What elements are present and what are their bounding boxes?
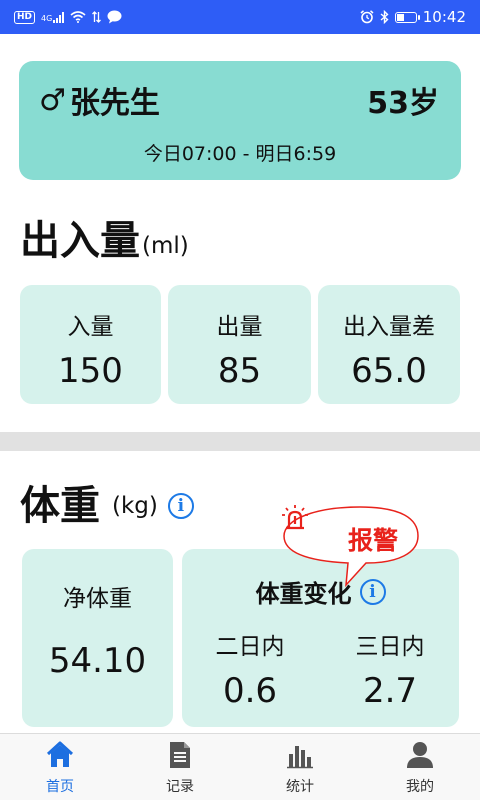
nav-profile[interactable]: 我的 [360,734,480,800]
net-weight-value: 54.10 [48,641,147,681]
weight-title: 体重 [20,483,100,529]
nav-statistics-label: 统计 [286,779,314,795]
intake-label: 入量 [67,314,114,340]
document-icon [170,742,190,768]
two-day-value: 0.6 [222,671,278,711]
time-range: 今日07:00 - 明日6:59 [143,143,337,165]
balance-label: 出入量差 [343,314,435,340]
battery-icon [394,11,420,23]
three-day-value: 2.7 [362,671,418,711]
bluetooth-icon [380,10,389,24]
alarm-icon [360,10,374,24]
nav-home[interactable]: 首页 [0,734,120,800]
balance-card[interactable]: 出入量差 65.0 [318,285,460,404]
bottom-nav: 首页 记录 统计 我的 [0,733,480,800]
net-weight-label: 净体重 [63,586,132,612]
status-bar: HD 4G 10:42 [0,0,480,34]
clock: 10:42 [422,8,466,26]
data-activity-icon [92,11,102,23]
alarm-label: 报警 [348,526,399,555]
intake-card[interactable]: 入量 150 [20,285,161,404]
patient-name-row: ♂ 张先生 [39,78,160,122]
intake-output-heading: 出入量 (ml) [20,219,189,263]
patient-card: ♂ 张先生 53岁 今日07:00 - 明日6:59 [19,61,461,180]
intake-value: 150 [58,351,123,391]
balance-value: 65.0 [351,351,427,391]
intake-output-unit: (ml) [142,233,189,259]
output-label: 出量 [216,314,263,340]
intake-output-title: 出入量 [20,218,140,264]
nav-statistics[interactable]: 统计 [240,734,360,800]
weight-unit: (kg) [112,493,158,519]
weight-heading: 体重 (kg) i [20,484,194,528]
bar-chart-icon [287,746,313,769]
output-value: 85 [217,351,262,391]
nav-records-label: 记录 [166,779,194,795]
hd-icon: HD [14,10,36,24]
signal-icon: 4G [41,11,65,23]
three-day-label: 三日内 [355,634,425,660]
chat-icon [107,10,122,24]
home-icon [46,741,74,767]
patient-age: 53岁 [367,86,439,121]
net-weight-card[interactable]: 净体重 54.10 [22,549,173,727]
nav-records[interactable]: 记录 [120,734,240,800]
user-icon [407,742,433,768]
nav-profile-label: 我的 [406,779,434,795]
male-gender-icon: ♂ [39,82,66,118]
wifi-icon [70,11,86,23]
weight-info-icon[interactable]: i [167,493,194,519]
two-day-label: 二日内 [215,634,285,660]
alarm-bubble[interactable]: 报警 [280,503,440,587]
nav-home-label: 首页 [46,779,74,795]
siren-icon [282,505,308,530]
section-divider [0,432,480,451]
output-card[interactable]: 出量 85 [168,285,311,404]
patient-name: 张先生 [69,86,160,121]
